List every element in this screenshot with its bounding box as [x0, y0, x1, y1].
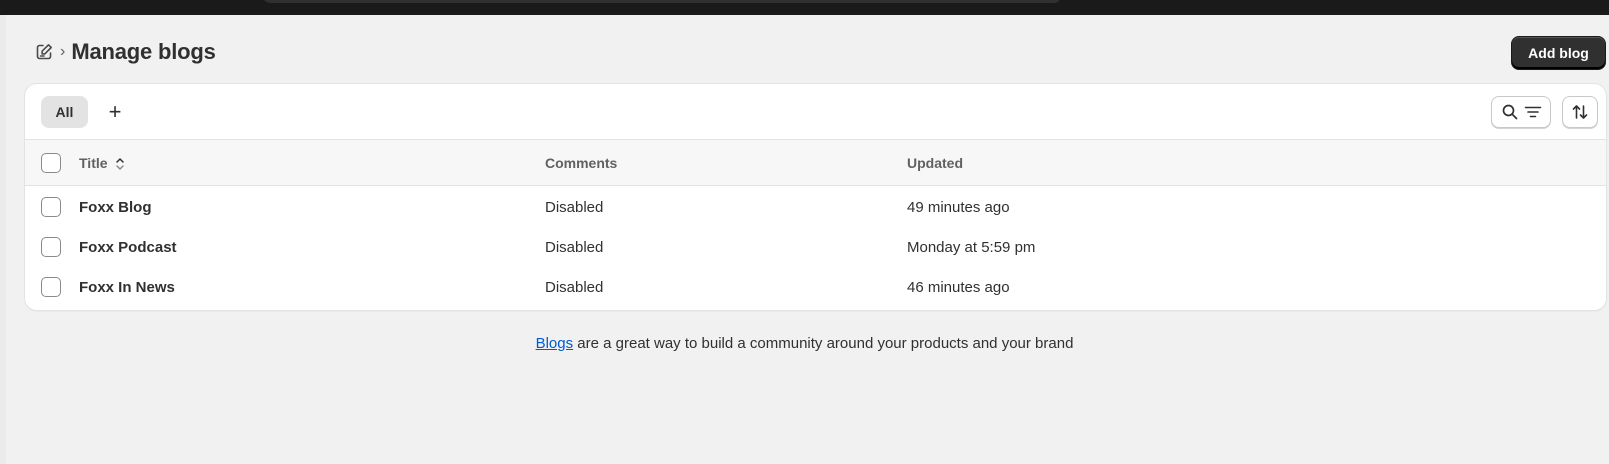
- sort-icon: [1572, 105, 1588, 119]
- column-header-title[interactable]: Title: [79, 155, 125, 172]
- blog-title[interactable]: Foxx Blog: [79, 199, 152, 216]
- table-row[interactable]: Foxx Blog Disabled 49 minutes ago: [25, 187, 1606, 228]
- add-blog-button[interactable]: Add blog: [1511, 36, 1606, 70]
- blog-title[interactable]: Foxx Podcast: [79, 239, 177, 256]
- page-header: › Manage blogs: [34, 36, 216, 68]
- filter-icon: [1524, 106, 1541, 118]
- sort-button[interactable]: [1562, 96, 1598, 128]
- search-filter-button[interactable]: [1491, 96, 1551, 128]
- column-header-updated: Updated: [907, 155, 963, 171]
- blogs-help-link[interactable]: Blogs: [536, 335, 574, 352]
- row-checkbox[interactable]: [41, 197, 61, 217]
- blog-updated-time: 46 minutes ago: [907, 279, 1010, 296]
- search-icon: [1502, 104, 1517, 120]
- view-tabs-bar: All +: [25, 84, 1606, 140]
- column-title-label: Title: [79, 155, 108, 171]
- sort-caret-icon: [116, 158, 125, 171]
- table-row[interactable]: Foxx Podcast Disabled Monday at 5:59 pm: [25, 227, 1606, 268]
- blog-comments-status: Disabled: [545, 199, 604, 216]
- page-title: Manage blogs: [71, 39, 216, 64]
- global-search-bar[interactable]: [262, 0, 1062, 3]
- add-view-button[interactable]: +: [99, 96, 131, 128]
- table-row[interactable]: Foxx In News Disabled 46 minutes ago: [25, 267, 1606, 308]
- blog-updated-time: 49 minutes ago: [907, 199, 1010, 216]
- blog-comments-status: Disabled: [545, 239, 604, 256]
- select-all-checkbox[interactable]: [41, 153, 61, 173]
- table-header: Title Comments Updated: [25, 140, 1606, 186]
- blogs-table-card: All + Title Comments Updated Foxx Blog D…: [25, 84, 1606, 310]
- top-bar: [0, 0, 1609, 15]
- column-header-comments: Comments: [545, 155, 618, 171]
- blog-edit-icon[interactable]: [34, 42, 54, 62]
- tab-all[interactable]: All: [41, 96, 88, 128]
- plus-icon: +: [108, 99, 122, 124]
- blog-title[interactable]: Foxx In News: [79, 279, 175, 296]
- blogs-help-description: are a great way to build a community aro…: [573, 335, 1074, 352]
- sidebar-edge: [0, 15, 6, 464]
- blog-updated-time: Monday at 5:59 pm: [907, 239, 1036, 256]
- blog-comments-status: Disabled: [545, 279, 604, 296]
- blogs-help-text: Blogs are a great way to build a communi…: [0, 335, 1609, 352]
- row-checkbox[interactable]: [41, 277, 61, 297]
- chevron-right-icon: ›: [60, 43, 66, 60]
- row-checkbox[interactable]: [41, 237, 61, 257]
